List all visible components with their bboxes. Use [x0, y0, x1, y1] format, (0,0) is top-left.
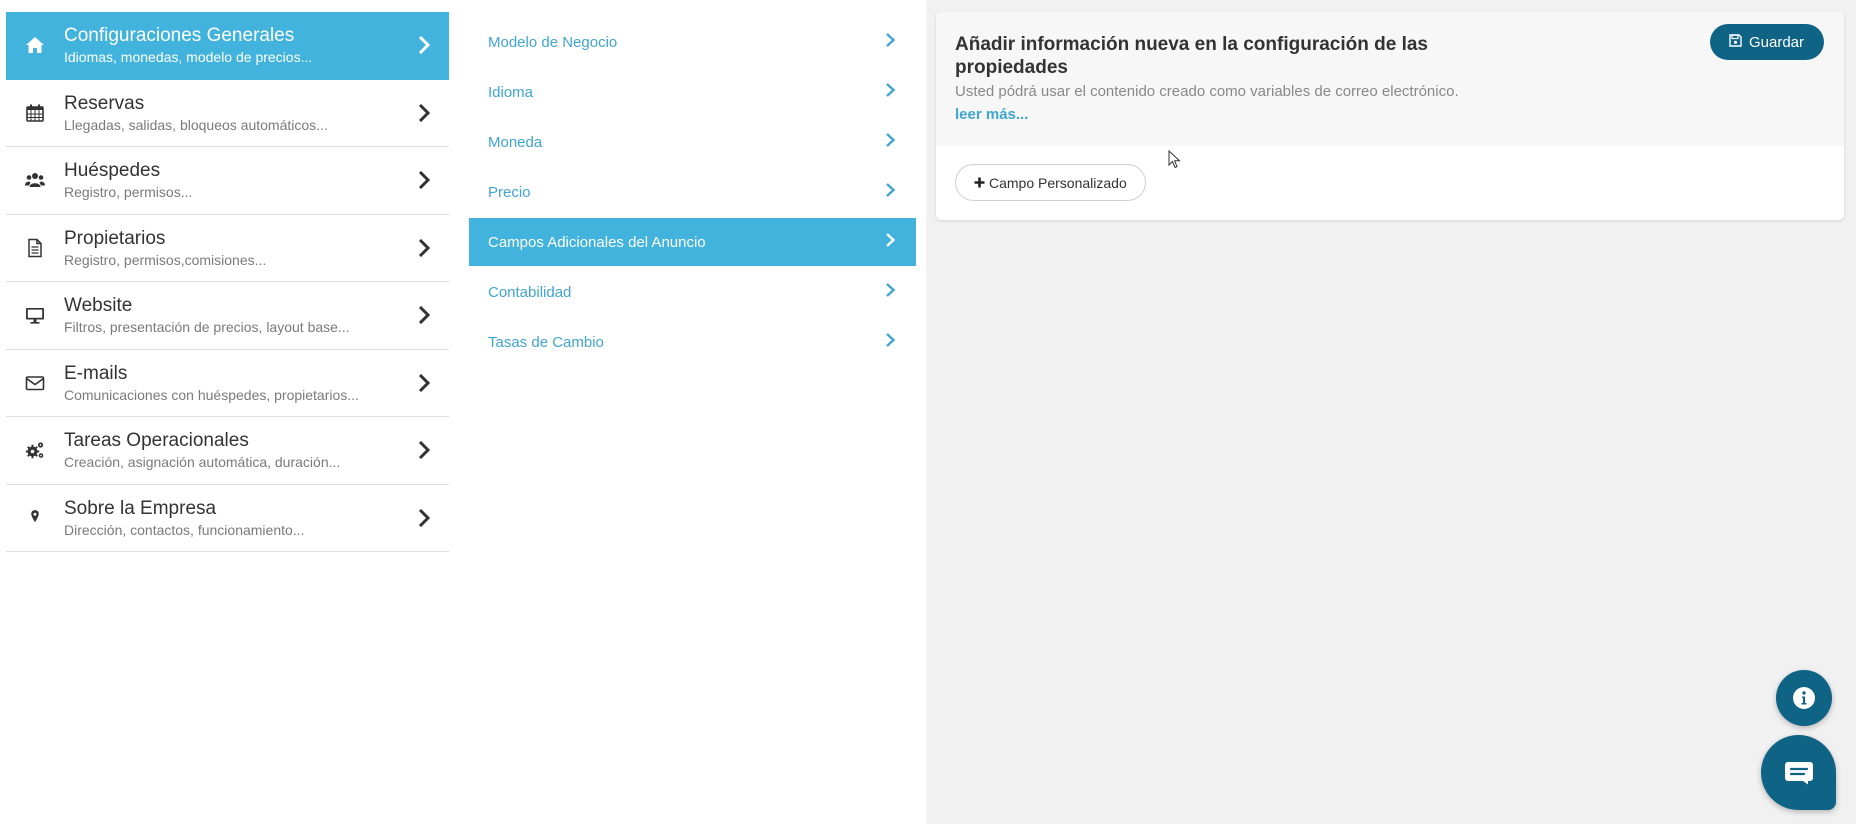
- submenu-item-campos-adicionales[interactable]: Campos Adicionales del Anuncio: [469, 218, 916, 266]
- submenu-item-label: Precio: [488, 183, 531, 201]
- menu-item-title: Sobre la Empresa: [64, 497, 217, 519]
- settings-sub-menu: Modelo de Negocio Idioma Moneda Precio C…: [469, 17, 916, 367]
- save-button[interactable]: Guardar: [1709, 24, 1824, 60]
- submenu-item-precio[interactable]: Precio: [469, 167, 916, 217]
- menu-item-sobre-la-empresa[interactable]: Sobre la Empresa Dirección, contactos, f…: [6, 485, 449, 552]
- document-icon: [6, 238, 64, 258]
- menu-item-huespedes[interactable]: Huéspedes Registro, permisos...: [6, 147, 449, 215]
- menu-item-website[interactable]: Website Filtros, presentación de precios…: [6, 282, 449, 350]
- chevron-right-icon: [885, 83, 896, 101]
- chevron-right-icon: [399, 508, 449, 527]
- monitor-icon: [6, 305, 64, 325]
- menu-item-propietarios[interactable]: Propietarios Registro, permisos,comision…: [6, 215, 449, 282]
- submenu-item-label: Moneda: [488, 133, 543, 151]
- menu-item-title: Tareas Operacionales: [64, 430, 249, 452]
- card-title: Añadir información nueva en la configura…: [955, 34, 1428, 78]
- save-button-label: Guardar: [1748, 33, 1804, 51]
- gears-icon: [6, 440, 64, 460]
- map-marker-icon: [6, 508, 64, 528]
- content-area: Añadir información nueva en la configura…: [926, 0, 1856, 824]
- chevron-right-icon: [885, 233, 896, 251]
- menu-item-subtitle: Filtros, presentación de precios, layout…: [64, 319, 350, 336]
- custom-fields-card: Añadir información nueva en la configura…: [936, 12, 1844, 220]
- submenu-item-moneda[interactable]: Moneda: [469, 117, 916, 167]
- card-description: Usted pódrá usar el contenido creado com…: [955, 83, 1459, 100]
- submenu-item-label: Contabilidad: [488, 283, 572, 301]
- menu-item-title: Reservas: [64, 92, 145, 114]
- menu-item-tareas-operacionales[interactable]: Tareas Operacionales Creación, asignació…: [6, 417, 449, 485]
- chevron-right-icon: [399, 36, 449, 55]
- menu-item-subtitle: Dirección, contactos, funcionamiento...: [64, 521, 305, 538]
- menu-item-title: Propietarios: [64, 227, 166, 249]
- mouse-cursor-icon: [1168, 150, 1181, 169]
- submenu-item-tasas-de-cambio[interactable]: Tasas de Cambio: [469, 317, 916, 367]
- chat-icon: [1784, 761, 1813, 784]
- menu-item-subtitle: Creación, asignación automática, duració…: [64, 454, 341, 471]
- menu-item-title: Configuraciones Generales: [64, 25, 295, 47]
- submenu-item-label: Tasas de Cambio: [488, 333, 604, 351]
- menu-item-title: E-mails: [64, 362, 128, 384]
- submenu-item-label: Modelo de Negocio: [488, 33, 618, 51]
- menu-item-emails[interactable]: E-mails Comunicaciones con huéspedes, pr…: [6, 350, 449, 417]
- menu-item-title: Huéspedes: [64, 160, 161, 182]
- chevron-right-icon: [399, 238, 449, 257]
- submenu-item-idioma[interactable]: Idioma: [469, 67, 916, 117]
- chevron-right-icon: [399, 103, 449, 122]
- chevron-right-icon: [885, 33, 896, 51]
- settings-main-menu: Configuraciones Generales Idiomas, moned…: [6, 12, 449, 552]
- info-button[interactable]: [1776, 670, 1832, 726]
- chevron-right-icon: [885, 183, 896, 201]
- menu-item-subtitle: Registro, permisos...: [64, 184, 193, 201]
- menu-item-configuraciones-generales[interactable]: Configuraciones Generales Idiomas, moned…: [6, 12, 449, 80]
- add-custom-field-button[interactable]: Campo Personalizado: [955, 164, 1146, 201]
- chevron-right-icon: [399, 171, 449, 190]
- menu-item-subtitle: Idiomas, monedas, modelo de precios...: [64, 49, 313, 66]
- chevron-right-icon: [399, 373, 449, 392]
- submenu-item-label: Campos Adicionales del Anuncio: [488, 233, 706, 251]
- home-icon: [6, 35, 64, 55]
- calendar-icon: [6, 103, 64, 123]
- chevron-right-icon: [885, 133, 896, 151]
- menu-item-subtitle: Comunicaciones con huéspedes, propietari…: [64, 386, 359, 403]
- submenu-item-label: Idioma: [488, 83, 534, 101]
- card-header: Añadir información nueva en la configura…: [936, 12, 1844, 146]
- plus-icon: [974, 175, 985, 191]
- users-icon: [6, 170, 64, 190]
- card-body: Campo Personalizado: [936, 146, 1844, 219]
- envelope-icon: [6, 373, 64, 393]
- read-more-link[interactable]: leer más...: [955, 106, 1825, 124]
- submenu-item-contabilidad[interactable]: Contabilidad: [469, 267, 916, 317]
- menu-item-reservas[interactable]: Reservas Llegadas, salidas, bloqueos aut…: [6, 80, 449, 147]
- chevron-right-icon: [885, 283, 896, 301]
- add-custom-field-label: Campo Personalizado: [989, 174, 1127, 191]
- menu-item-title: Website: [64, 295, 133, 317]
- chat-button[interactable]: [1761, 735, 1836, 810]
- chevron-right-icon: [399, 306, 449, 325]
- menu-item-subtitle: Registro, permisos,comisiones...: [64, 251, 267, 268]
- save-icon: [1729, 33, 1742, 51]
- chevron-right-icon: [885, 333, 896, 351]
- submenu-item-modelo-de-negocio[interactable]: Modelo de Negocio: [469, 17, 916, 67]
- info-icon: [1793, 687, 1815, 709]
- menu-item-subtitle: Llegadas, salidas, bloqueos automáticos.…: [64, 116, 328, 133]
- chevron-right-icon: [399, 441, 449, 460]
